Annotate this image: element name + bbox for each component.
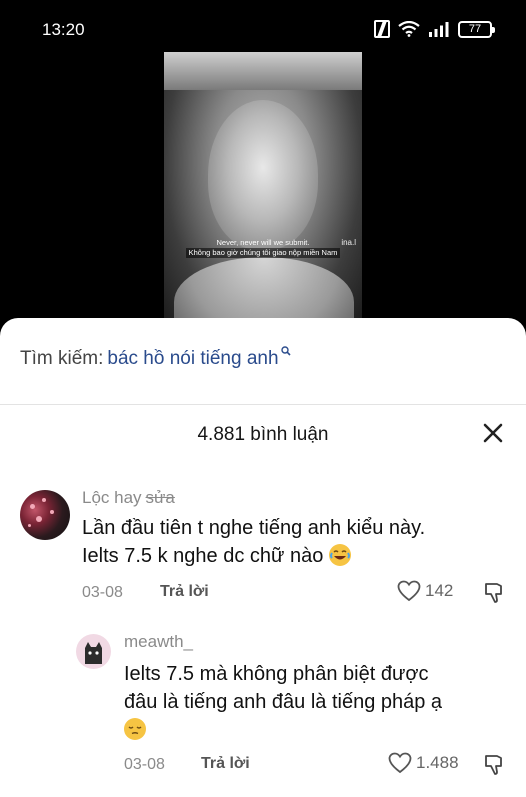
- video-background-wall: [164, 52, 362, 90]
- nfc-icon: [374, 20, 390, 38]
- comment-text: Lần đầu tiên t nghe tiếng anh kiểu này. …: [82, 514, 425, 570]
- search-query[interactable]: bác hồ nói tiếng anh: [107, 348, 278, 369]
- status-time: 13:20: [42, 20, 85, 39]
- comment-date: 03-08: [82, 584, 123, 601]
- comment-date: 03-08: [124, 756, 165, 773]
- video-figure-head: [208, 100, 318, 250]
- comment-text: Ielts 7.5 mà không phân biệt được đâu là…: [124, 660, 442, 744]
- video-player[interactable]: Never, never will we submit. Không bao g…: [164, 52, 362, 326]
- video-watermark: ina.l: [341, 238, 356, 247]
- video-subtitle-vi: Không bao giờ chúng tôi giao nộp miền Na…: [185, 248, 341, 258]
- reply-button[interactable]: Trả lời: [201, 755, 250, 773]
- like-button[interactable]: 142: [397, 580, 453, 602]
- comments-sheet: Tìm kiếm: bác hồ nói tiếng anh 4.881 bình…: [0, 318, 526, 797]
- comment-line: Ielts 7.5 k nghe dc chữ nào: [82, 545, 324, 567]
- laughing-emoji-icon: [328, 544, 351, 566]
- search-suggestion[interactable]: Tìm kiếm: bác hồ nói tiếng anh: [20, 346, 291, 370]
- divider: [0, 404, 526, 405]
- avatar[interactable]: [20, 490, 70, 540]
- avatar[interactable]: [76, 634, 111, 669]
- heart-icon: [388, 752, 412, 774]
- reply-button[interactable]: Trả lời: [160, 583, 209, 601]
- video-subtitles: Never, never will we submit. Không bao g…: [164, 238, 362, 258]
- comment-line: Lần đầu tiên t nghe tiếng anh kiểu này.: [82, 517, 426, 539]
- wifi-icon: [398, 21, 420, 37]
- comment-line: Ielts 7.5 mà không phân biệt được: [124, 663, 429, 685]
- search-label: Tìm kiếm:: [20, 348, 104, 369]
- close-icon[interactable]: [482, 422, 504, 444]
- heart-icon: [397, 580, 421, 602]
- username-struck-text: sửa: [145, 488, 175, 507]
- comment-line: đâu là tiếng anh đâu là tiếng pháp ạ: [124, 691, 443, 713]
- battery-icon: 77: [458, 20, 495, 38]
- status-bar: 13:20 77: [0, 0, 526, 60]
- like-button[interactable]: 1.488: [388, 752, 459, 774]
- like-count: 142: [425, 581, 454, 600]
- video-figure-body: [174, 257, 354, 326]
- username-text: Lộc hay: [82, 488, 142, 507]
- video-subtitle-en: Never, never will we submit.: [216, 238, 310, 247]
- comment-username[interactable]: Lộc hay sửa: [82, 488, 175, 508]
- battery-level: 77: [468, 23, 482, 35]
- search-icon: [280, 340, 291, 356]
- comment-username[interactable]: meawth_: [124, 632, 193, 652]
- like-count: 1.488: [416, 753, 459, 772]
- comment-count: 4.881 bình luận: [197, 424, 329, 445]
- thumbs-down-icon[interactable]: [484, 582, 504, 609]
- thumbs-down-icon[interactable]: [484, 754, 504, 781]
- signal-icon: [428, 21, 450, 37]
- pensive-emoji-icon: [124, 718, 146, 740]
- status-icons: 77: [374, 20, 495, 38]
